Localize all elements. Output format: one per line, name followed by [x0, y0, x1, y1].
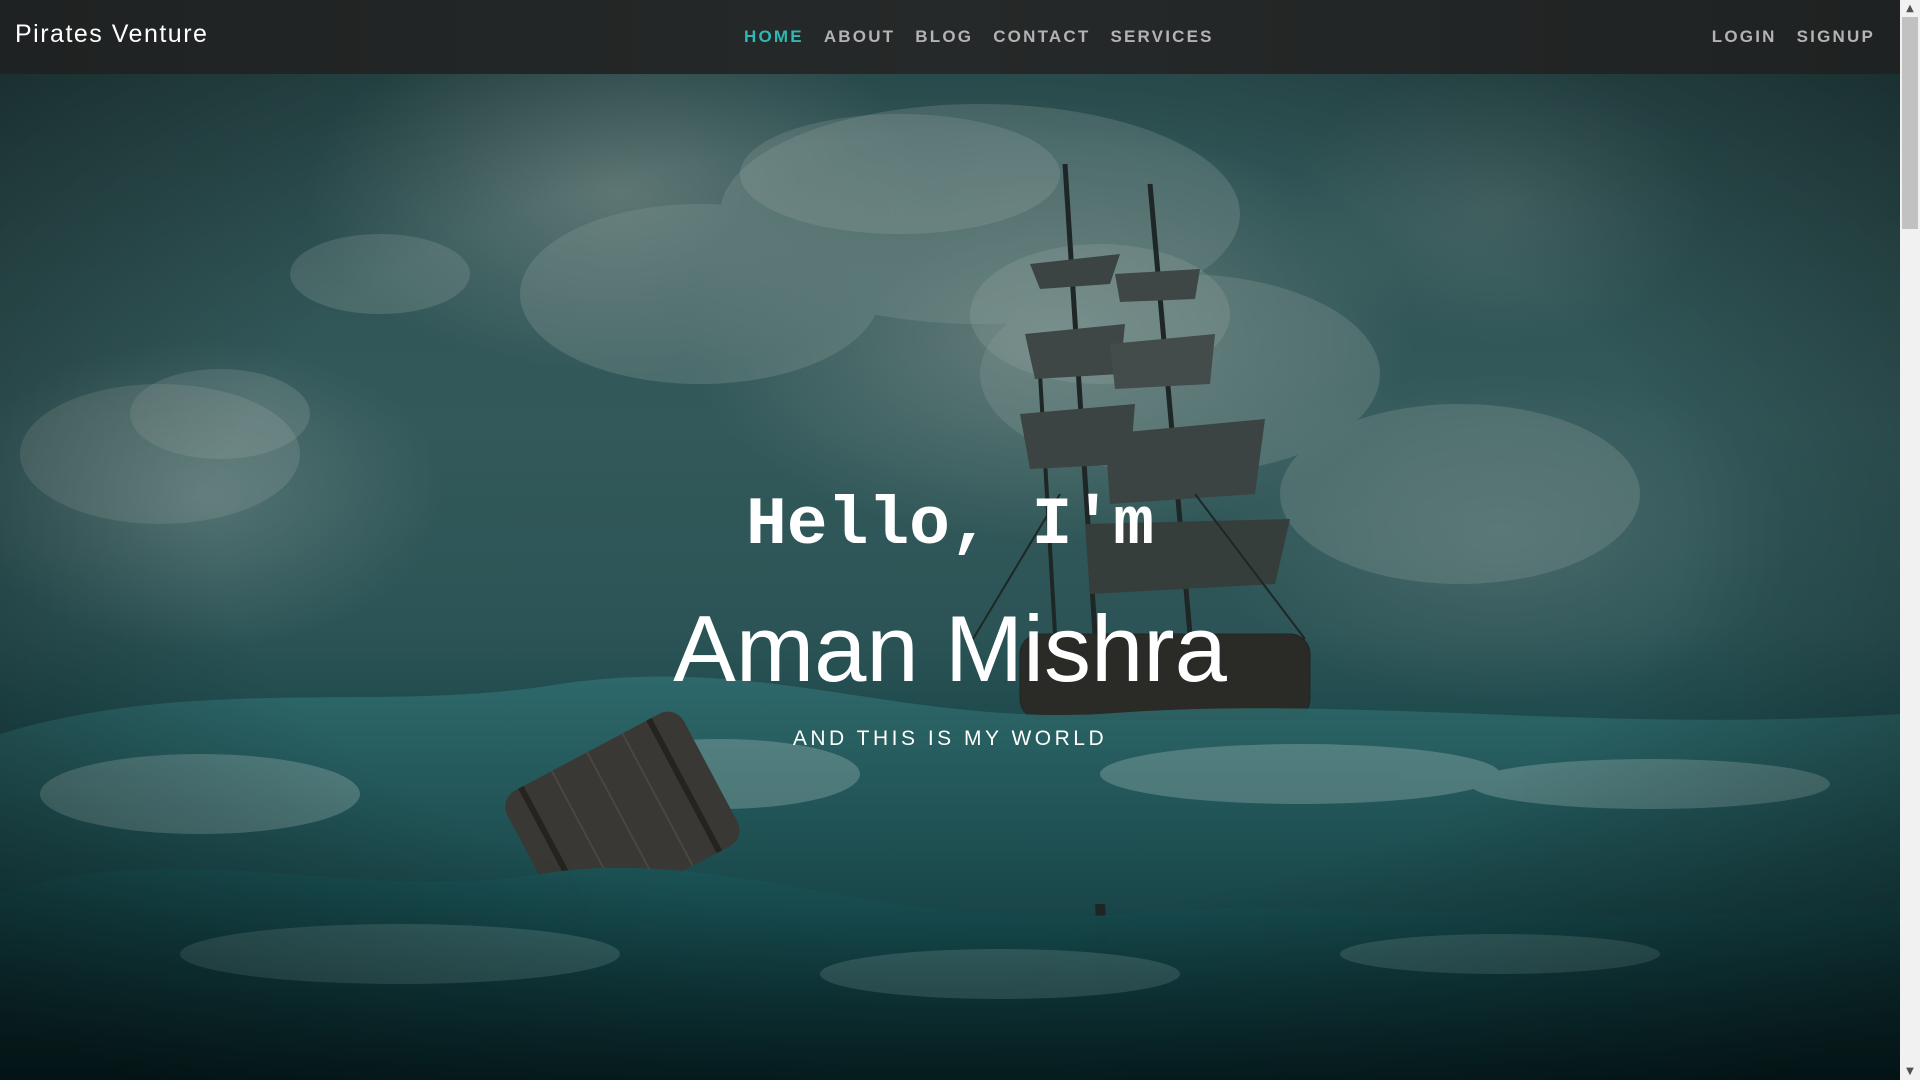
scrollbar-thumb[interactable]	[1902, 17, 1918, 229]
auth-nav: LOGIN SIGNUP	[1712, 27, 1895, 47]
hero-tagline: AND THIS IS MY WORLD	[792, 727, 1108, 750]
chevron-up-icon[interactable]: ▲	[1900, 0, 1920, 17]
navbar: Pirates Venture HOME ABOUT BLOG CONTACT …	[0, 0, 1900, 74]
nav-link-about[interactable]: ABOUT	[824, 27, 895, 47]
nav-link-blog[interactable]: BLOG	[915, 27, 973, 47]
hero-name: Aman Mishra	[673, 596, 1227, 701]
hero-section: Hello, I'm Aman Mishra AND THIS IS MY WO…	[0, 74, 1900, 1080]
page-scrollbar[interactable]: ▲ ▼	[1900, 0, 1920, 1080]
brand-logo[interactable]: Pirates Venture	[15, 20, 208, 49]
main-nav: HOME ABOUT BLOG CONTACT SERVICES	[744, 27, 1234, 47]
nav-link-services[interactable]: SERVICES	[1110, 27, 1213, 47]
signup-link[interactable]: SIGNUP	[1797, 27, 1875, 47]
nav-link-contact[interactable]: CONTACT	[993, 27, 1090, 47]
hero-greeting: Hello, I'm	[745, 487, 1155, 564]
hero-background-image	[0, 74, 1900, 1080]
login-link[interactable]: LOGIN	[1712, 27, 1777, 47]
nav-link-home[interactable]: HOME	[744, 27, 804, 47]
chevron-down-icon[interactable]: ▼	[1900, 1063, 1920, 1080]
page: Pirates Venture HOME ABOUT BLOG CONTACT …	[0, 0, 1920, 1080]
